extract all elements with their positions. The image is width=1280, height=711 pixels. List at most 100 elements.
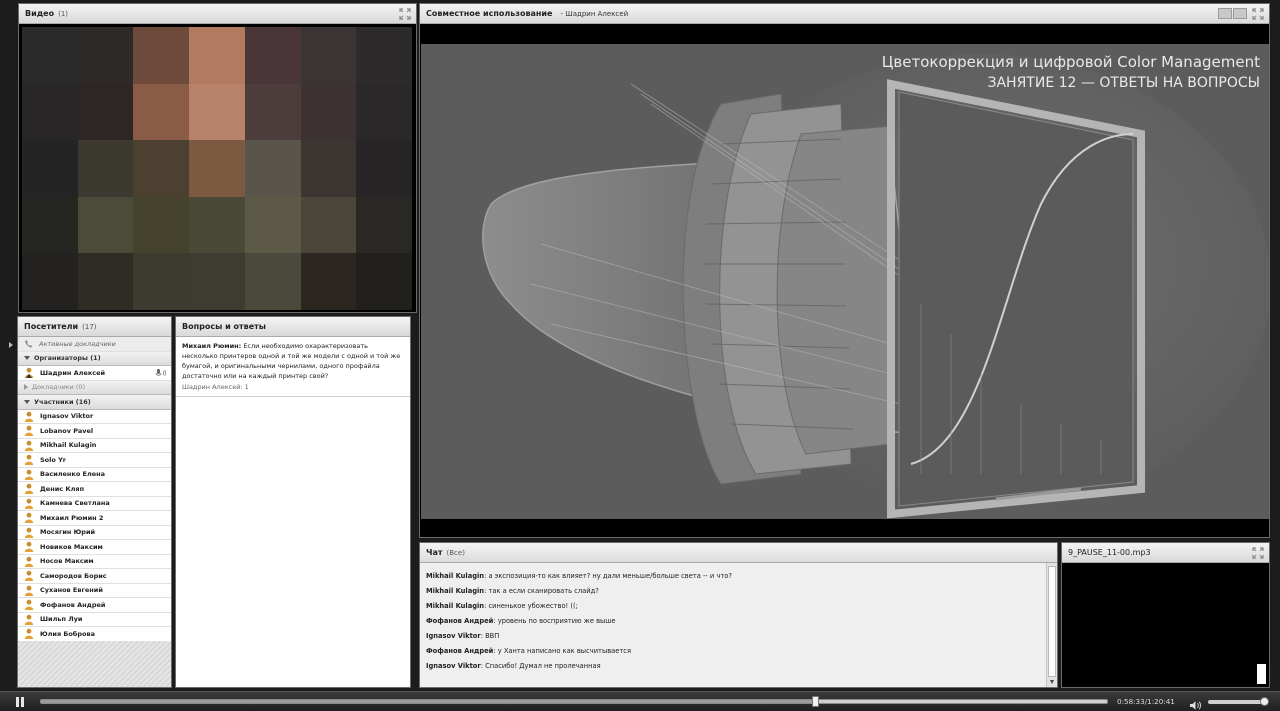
qa-question-author: Михаил Рюмин: <box>182 342 242 350</box>
participants-group[interactable]: Участники (16) <box>18 395 171 410</box>
pause-button[interactable] <box>16 697 25 707</box>
person-icon <box>24 411 34 422</box>
playback-bar: 0:58:33/1:20:41 <box>0 691 1280 711</box>
volume-knob[interactable] <box>1260 697 1269 706</box>
video-pixel-cell <box>189 27 245 84</box>
seek-track[interactable] <box>40 696 1108 707</box>
chat-message: Фофанов Андрей: уровень по восприятию же… <box>426 614 1039 629</box>
video-pixel-cell <box>244 140 301 197</box>
participant-row[interactable]: Василенко Елена <box>18 467 171 482</box>
video-pixel-cell <box>356 27 412 84</box>
speakers-group[interactable]: Докладчики (0) <box>18 380 171 395</box>
layout-toggle-icon[interactable] <box>1218 8 1247 19</box>
participant-row[interactable]: Mikhail Kulagin <box>18 438 171 453</box>
playback-time: 0:58:33/1:20:41 <box>1117 697 1175 706</box>
collapse-arrow-icon[interactable] <box>9 342 13 348</box>
host-name: Шадрин Алексей <box>40 368 106 377</box>
fullscreen-icon[interactable] <box>399 8 411 20</box>
media-indicator <box>1257 664 1266 684</box>
chat-message: Ignasov Viktor: Спасибо! Думал не пролеч… <box>426 659 1039 674</box>
video-pixel-cell <box>77 140 134 197</box>
attendees-count: (17) <box>82 322 97 331</box>
participants-list: Ignasov Viktor Lobanov Pavel Mikhail Kulag… <box>18 409 171 642</box>
participant-row[interactable]: Юлия Боброва <box>18 627 171 642</box>
participant-row[interactable]: Самородов Борис <box>18 569 171 584</box>
host-row[interactable]: Шадрин Алексей <box>18 366 171 381</box>
shared-slide: Цветокоррекция и цифровой Color Manageme… <box>421 44 1269 519</box>
chat-message: Фофанов Андрей: у Ханта написано как выс… <box>426 644 1039 659</box>
attendee-list: Активные докладчики Организаторы (1) Шад… <box>18 337 171 642</box>
person-icon <box>24 628 34 640</box>
chat-pod: Чат (Все) Mikhail Kulagin: а экспозиция-… <box>419 542 1058 688</box>
chat-text: : а экспозиция-то как влияет? ну дали ме… <box>484 572 732 580</box>
media-file-name: 9_PAUSE_11-00.mp3 <box>1068 548 1151 557</box>
participant-row[interactable]: Мосягин Юрий <box>18 525 171 540</box>
participant-name: Mikhail Kulagin <box>40 441 97 450</box>
video-pod: Видео (1) <box>18 3 417 313</box>
media-pod-header: 9_PAUSE_11-00.mp3 <box>1062 543 1269 563</box>
participant-name: Мосягин Юрий <box>40 528 96 537</box>
video-pixel-cell <box>133 83 190 141</box>
person-icon <box>24 512 34 524</box>
scrollbar-thumb[interactable] <box>1048 566 1056 677</box>
fullscreen-icon[interactable] <box>1252 547 1264 559</box>
video-pixel-cell <box>300 196 357 254</box>
video-pod-header: Видео (1) <box>19 4 416 24</box>
qa-question[interactable]: Михаил Рюмин: Если необходимо охарактери… <box>176 337 410 397</box>
chat-text: : у Ханта написано как высчитывается <box>493 647 631 655</box>
video-pixel-cell <box>356 140 412 197</box>
chat-author: Mikhail Kulagin <box>426 602 485 610</box>
qa-pod-title: Вопросы и ответы <box>182 322 266 331</box>
participant-name: Фофанов Андрей <box>40 600 106 609</box>
video-pixel-cell <box>189 83 245 141</box>
video-pixel-cell <box>356 83 412 141</box>
active-speakers-row: Активные докладчики <box>18 337 171 352</box>
participant-row[interactable]: Ignasov Viktor <box>18 409 171 424</box>
seek-progress <box>41 700 815 703</box>
video-pixel-cell <box>189 140 245 197</box>
participant-row[interactable]: Носов Максим <box>18 554 171 569</box>
scroll-down-arrow-icon[interactable] <box>1050 680 1054 684</box>
chat-author: Фофанов Андрей <box>426 647 494 655</box>
webcam-video <box>22 27 412 310</box>
chat-author: Mikhail Kulagin <box>426 587 485 595</box>
volume-icon[interactable] <box>1189 696 1202 710</box>
volume-slider[interactable] <box>1208 697 1269 706</box>
organizers-group[interactable]: Организаторы (1) <box>18 351 171 366</box>
qa-answered-by: Шадрин Алексей: 1 <box>182 383 249 391</box>
qa-pod-header: Вопросы и ответы <box>176 317 410 337</box>
slide-title: Цветокоррекция и цифровой Color Manageme… <box>882 52 1260 94</box>
participant-row[interactable]: Lobanov Pavel <box>18 424 171 439</box>
video-pixel-cell <box>356 196 412 254</box>
chat-text: : синенькое убожество! ((; <box>484 602 578 610</box>
chat-author: Ignasov Viktor <box>426 662 481 670</box>
participant-row[interactable]: Фофанов Андрей <box>18 598 171 613</box>
chat-message: Ignasov Viktor: ВВП <box>426 629 1039 644</box>
video-pixel-cell <box>22 27 78 84</box>
collapsed-triangle-icon <box>24 384 28 391</box>
seek-handle[interactable] <box>811 696 819 707</box>
video-pixel-cell <box>300 83 357 141</box>
expand-triangle-icon <box>24 399 30 404</box>
participant-row[interactable]: Михаил Рюмин 2 <box>18 511 171 526</box>
participant-row[interactable]: Solo Yr <box>18 453 171 468</box>
participant-row[interactable]: Шильп Луи <box>18 612 171 627</box>
participant-name: Solo Yr <box>40 455 67 464</box>
video-pixel-cell <box>22 140 78 197</box>
video-pixel-cell <box>22 196 78 254</box>
person-icon <box>24 440 34 451</box>
fullscreen-icon[interactable] <box>1252 8 1264 20</box>
person-icon <box>24 527 34 538</box>
share-pod-presenter: - Шадрин Алексей <box>560 9 629 18</box>
chat-scrollbar[interactable] <box>1046 563 1057 687</box>
video-pixel-cell <box>300 140 357 197</box>
chat-pod-title: Чат <box>426 548 443 557</box>
participant-name: Lobanov Pavel <box>40 426 94 435</box>
video-pixel-cell <box>77 253 134 310</box>
participant-row[interactable]: Новиков Максим <box>18 540 171 555</box>
participant-row[interactable]: Денис Кляп <box>18 482 171 497</box>
person-icon <box>24 570 34 582</box>
participant-row[interactable]: Суханов Евгений <box>18 583 171 598</box>
participant-row[interactable]: Камнева Светлана <box>18 496 171 511</box>
phone-icon <box>24 339 34 349</box>
